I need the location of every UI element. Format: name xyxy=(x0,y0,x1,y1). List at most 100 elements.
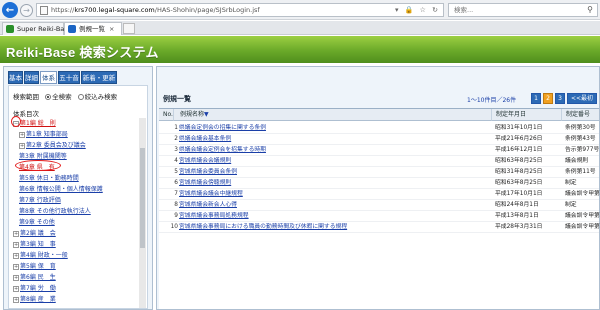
col-header-number[interactable]: 制定番号 xyxy=(561,109,599,121)
toc-node[interactable]: + 第2編 議 会 xyxy=(13,228,56,237)
address-bar[interactable]: https://krs700.legal-square.com/HAS-Shoh… xyxy=(36,3,444,17)
enacted-number: 議会訓令甲第 xyxy=(565,191,600,197)
scroll-thumb[interactable] xyxy=(140,148,145,248)
browser-tab-super-reiki-base[interactable]: Super Reiki-Base xyxy=(2,22,72,35)
table-row: 5 宮城県議会委員会条例 昭和31年8月25日 条例第11号 xyxy=(159,167,599,178)
toc-node[interactable]: 第7章 行政評価 xyxy=(19,195,61,204)
toc-node[interactable]: + 第5編 保 育 xyxy=(13,261,56,270)
forward-arrow-icon[interactable]: → xyxy=(20,4,33,17)
page-3-button[interactable]: 3 xyxy=(555,93,565,104)
highlight-ring xyxy=(15,160,61,171)
toc-node[interactable]: + 第6編 民 生 xyxy=(13,272,56,281)
reiki-name-link[interactable]: 宮城県議会傍聴規則 xyxy=(179,178,231,189)
search-scope: 検索範囲 全検索 絞込み検索 xyxy=(13,91,117,101)
reiki-name-link[interactable]: 宮城県議会事務局における職員の勤務時間及び休暇に関する規程 xyxy=(179,222,347,233)
expand-icon[interactable]: + xyxy=(13,274,19,281)
toc-node[interactable]: 第3章 附属機関等 xyxy=(19,151,67,160)
address-tools-icons[interactable]: ▾ 🔒 ☆ ↻ xyxy=(395,4,440,16)
expand-icon[interactable]: + xyxy=(19,142,25,149)
row-number: 3 xyxy=(174,147,178,153)
page-2-button[interactable]: 2 xyxy=(543,93,553,104)
enacted-date: 平成13年8月1日 xyxy=(495,213,539,219)
reiki-name-link[interactable]: 県議会議会基本条例 xyxy=(179,134,231,145)
col-name-label: 例規名称 xyxy=(180,111,205,118)
tab-detail[interactable]: 詳細 xyxy=(24,71,39,84)
expand-icon[interactable]: + xyxy=(13,285,19,292)
toc-node[interactable]: 第5章 休日・勤務時間 xyxy=(19,173,79,182)
toc-node-label: 第8編 産 業 xyxy=(20,296,56,303)
back-arrow-icon[interactable]: ← xyxy=(2,2,18,18)
toc-node[interactable]: + 第7編 労 働 xyxy=(13,283,56,292)
app-title-rest: 検索システム xyxy=(75,45,159,60)
result-header: 例規一覧 1〜10件目／26件 1 2 3 <<最初 xyxy=(159,92,599,106)
left-panel-content: 検索範囲 全検索 絞込み検索 体系目次 − 第1編 総 則 + 第1章 知事部局 + 第2… xyxy=(8,85,148,309)
row-number: 6 xyxy=(174,180,178,186)
left-scrollbar[interactable] xyxy=(139,118,146,308)
reiki-table: No. 例規名称▼ 制定年月日 制定番号 1 県議会定例会の招集に関する条例 昭和3… xyxy=(159,108,600,309)
expand-icon[interactable]: + xyxy=(13,241,19,248)
sort-icon[interactable]: ▼ xyxy=(204,111,209,118)
reiki-name-link[interactable]: 宮城県議会新会人心得 xyxy=(179,200,237,211)
browser-tab-reiki-list[interactable]: 例規一覧 × xyxy=(64,22,122,35)
expand-icon[interactable]: + xyxy=(19,131,25,138)
enacted-date: 平成16年12月1日 xyxy=(495,147,543,153)
expand-icon[interactable]: + xyxy=(13,263,19,270)
toc-node[interactable]: + 第1章 知事部局 xyxy=(19,129,68,138)
toc-node[interactable]: + 第4編 財政・一般 xyxy=(13,250,68,259)
toc-node[interactable]: + 第3編 知 事 xyxy=(13,239,56,248)
toc-node[interactable]: 第8章 その他行政執行法人 xyxy=(19,206,91,215)
toc-node-label: 第1編 総 則 xyxy=(20,120,56,127)
enacted-number: 議会訓令甲第 xyxy=(565,224,600,230)
enacted-date: 昭和24年8月1日 xyxy=(495,202,539,208)
tab-label: 例規一覧 xyxy=(79,25,105,33)
reiki-name-link[interactable]: 宮城県議会委員会条例 xyxy=(179,167,237,178)
table-row: 2 県議会議会基本条例 平成21年6月26日 条例第43号 xyxy=(159,134,599,145)
search-icon[interactable]: ⚲ xyxy=(587,4,593,16)
toc-node[interactable]: 第6章 情報公開・個人情報保護 xyxy=(19,184,103,193)
page-1-button[interactable]: 1 xyxy=(531,93,541,104)
tab-gojuon[interactable]: 五十音 xyxy=(58,71,80,84)
toc-node-label: 第3章 附属機関等 xyxy=(19,153,67,160)
toc-node[interactable]: 第9章 その他 xyxy=(19,217,55,226)
toc-node-label: 第7編 労 働 xyxy=(20,285,56,292)
reiki-name-link[interactable]: 県議会議会定例会を招集する時期 xyxy=(179,145,266,156)
toc-node-label: 第5章 休日・勤務時間 xyxy=(19,175,79,182)
browser-search-input[interactable]: 検索... ⚲ xyxy=(448,3,598,17)
enacted-number: 条例第30号 xyxy=(565,125,596,131)
reiki-name-link[interactable]: 宮城県議会事務局処務規程 xyxy=(179,211,249,222)
close-icon[interactable]: × xyxy=(109,25,114,33)
enacted-date: 昭和31年10月1日 xyxy=(495,125,543,131)
favicon-icon xyxy=(68,25,76,33)
toc-node-label: 第3編 知 事 xyxy=(20,241,56,248)
tab-basic[interactable]: 基本 xyxy=(8,71,23,84)
radio-narrow-search[interactable] xyxy=(77,94,84,100)
radio-all-search[interactable] xyxy=(45,94,52,100)
col-header-name[interactable]: 例規名称▼ xyxy=(173,109,491,121)
toc-node-label: 第2編 議 会 xyxy=(20,230,56,237)
table-row: 6 宮城県議会傍聴規則 昭和63年8月25日 制定 xyxy=(159,178,599,189)
new-tab-button[interactable] xyxy=(123,23,135,34)
toc-node[interactable]: + 第8編 産 業 xyxy=(13,294,56,303)
expand-icon[interactable]: + xyxy=(13,252,19,259)
expand-icon[interactable]: + xyxy=(13,296,19,303)
toc-node[interactable]: + 第2章 委員会及び議会 xyxy=(19,140,86,149)
toc-node-label: 第4編 財政・一般 xyxy=(20,252,68,259)
table-row: 1 県議会定例会の招集に関する条例 昭和31年10月1日 条例第30号 xyxy=(159,123,599,134)
toc-node-label: 第9章 その他 xyxy=(19,219,55,226)
result-range: 1〜10件目／26件 xyxy=(467,97,517,104)
col-header-no: No. xyxy=(159,109,173,121)
app-header: Reiki-Base 検索システム xyxy=(0,36,600,63)
right-panel: 例規一覧 1〜10件目／26件 1 2 3 <<最初 No. 例規名称▼ 制定年… xyxy=(156,66,600,310)
reiki-name-link[interactable]: 宮城県議会議会中継規程 xyxy=(179,189,243,200)
tab-system[interactable]: 体系 xyxy=(40,71,57,84)
app-title: Reiki-Base 検索システム xyxy=(6,42,159,61)
reiki-name-link[interactable]: 宮城県議会会議規則 xyxy=(179,156,231,167)
reiki-name-link[interactable]: 県議会定例会の招集に関する条例 xyxy=(179,123,266,134)
first-page-button[interactable]: <<最初 xyxy=(567,93,597,104)
col-header-date[interactable]: 制定年月日 xyxy=(491,109,561,121)
row-number: 2 xyxy=(174,136,178,142)
expand-icon[interactable]: + xyxy=(13,230,19,237)
tab-new-updates[interactable]: 新着・更新 xyxy=(81,71,117,84)
table-row: 4 宮城県議会会議規則 昭和63年8月25日 議会規則 xyxy=(159,156,599,167)
browser-nav-bar: ← → https://krs700.legal-square.com/HAS-… xyxy=(0,0,600,20)
